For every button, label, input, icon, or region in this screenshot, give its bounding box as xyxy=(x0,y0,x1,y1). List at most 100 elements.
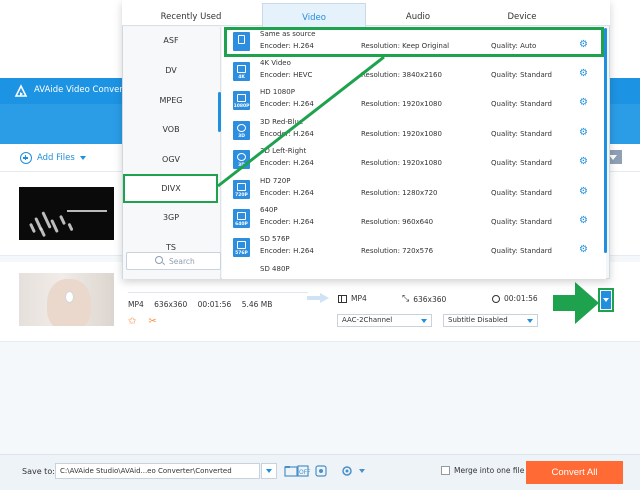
audio-track-select[interactable]: AAC-2Channel xyxy=(337,314,432,327)
source-format: MP4 xyxy=(128,300,144,309)
format-icon-label: 640P xyxy=(235,222,248,227)
category-divx[interactable]: DIVX xyxy=(123,184,219,193)
gear-icon[interactable]: ⚙ xyxy=(579,186,588,197)
4k-video-icon: 4K xyxy=(233,62,250,81)
resolution-icon: ⤡ xyxy=(402,294,410,304)
tab-device[interactable]: Device xyxy=(470,0,574,26)
selected-format-highlight xyxy=(224,27,604,57)
format-resolution: Resolution: 3840x2160 xyxy=(361,71,442,79)
video-thumbnail[interactable] xyxy=(19,187,114,240)
format-resolution: Resolution: 1920x1080 xyxy=(361,100,442,108)
format-row-640p[interactable]: 640P 640P Encoder: H.264 Resolution: 960… xyxy=(222,204,604,233)
green-pointer-arrow xyxy=(553,282,599,324)
format-icon-label: 3D xyxy=(238,163,245,168)
settings-gear-icon[interactable] xyxy=(339,463,369,479)
gear-icon[interactable]: ⚙ xyxy=(579,156,588,167)
category-list xyxy=(123,27,221,279)
3d-left-right-icon: 3D xyxy=(233,150,250,169)
tab-video[interactable]: Video xyxy=(262,3,366,27)
clock-icon xyxy=(492,294,500,303)
output-format-dropdown[interactable] xyxy=(598,288,614,312)
add-files-button[interactable]: Add Files xyxy=(20,152,86,164)
format-name: 3D Left-Right xyxy=(260,147,307,155)
enhance-icon[interactable]: ✩ xyxy=(128,316,136,327)
format-resolution: Resolution: 1920x1080 xyxy=(361,130,442,138)
format-resolution: Resolution: 720x576 xyxy=(361,247,434,255)
add-files-label: Add Files xyxy=(37,153,75,163)
format-resolution: Resolution: 1280x720 xyxy=(361,189,438,197)
format-icon-label: 1080P xyxy=(233,104,250,109)
gear-icon[interactable]: ⚙ xyxy=(579,97,588,108)
hardware-acceleration-icon[interactable]: OFF xyxy=(295,463,311,479)
source-duration: 00:01:56 xyxy=(197,300,232,309)
3d-red-blue-icon: 3D xyxy=(233,121,250,140)
gear-icon[interactable]: ⚙ xyxy=(579,68,588,79)
subtitle-select[interactable]: Subtitle Disabled xyxy=(443,314,538,327)
category-3gp[interactable]: 3GP xyxy=(123,213,219,222)
hd-720p-icon: 720P xyxy=(233,180,250,199)
category-ogv[interactable]: OGV xyxy=(123,155,219,164)
format-encoder: Encoder: H.264 xyxy=(260,247,314,255)
merge-checkbox[interactable] xyxy=(441,466,450,475)
format-name: 3D Red-Blue xyxy=(260,118,304,126)
tab-recently-used[interactable]: Recently Used xyxy=(122,0,260,26)
category-dv[interactable]: DV xyxy=(123,66,219,75)
format-encoder: Encoder: H.264 xyxy=(260,189,314,197)
tab-audio[interactable]: Audio xyxy=(366,0,470,26)
svg-text:OFF: OFF xyxy=(299,469,311,476)
format-icon-label: 3D xyxy=(238,134,245,139)
format-name: 640P xyxy=(260,206,278,214)
format-name: HD 720P xyxy=(260,177,291,185)
save-path-dropdown[interactable] xyxy=(261,463,277,479)
format-icon-label: 576P xyxy=(235,251,248,256)
sd-576p-icon: 576P xyxy=(233,238,250,257)
search-placeholder: Search xyxy=(169,257,195,266)
gear-icon[interactable]: ⚙ xyxy=(579,215,588,226)
cut-icon[interactable]: ✂ xyxy=(148,316,156,327)
format-row-hd-1080p[interactable]: 1080P HD 1080P Encoder: H.264 Resolution… xyxy=(222,86,604,115)
format-icon-label: 720P xyxy=(235,193,248,198)
gear-icon[interactable]: ⚙ xyxy=(579,244,588,255)
convert-all-button[interactable]: Convert All xyxy=(526,461,623,484)
arrow-right-icon xyxy=(307,293,329,303)
output-duration: 00:01:56 xyxy=(492,294,538,303)
hd-1080p-icon: 1080P xyxy=(233,91,250,110)
output-resolution-value: 636x360 xyxy=(413,294,447,304)
source-size: 5.46 MB xyxy=(241,300,273,309)
format-quality: Quality: Standard xyxy=(491,71,552,79)
format-row-4k[interactable]: 4K 4K Video Encoder: HEVC Resolution: 38… xyxy=(222,57,604,86)
format-row-3d-left-right[interactable]: 3D 3D Left-Right Encoder: H.264 Resoluti… xyxy=(222,145,604,174)
format-row-3d-red-blue[interactable]: 3D 3D Red-Blue Encoder: H.264 Resolution… xyxy=(222,116,604,145)
source-file-info: MP4 636x360 00:01:56 5.46 MB xyxy=(128,300,280,309)
gear-icon[interactable]: ⚙ xyxy=(579,127,588,138)
format-row-hd-720p[interactable]: 720P HD 720P Encoder: H.264 Resolution: … xyxy=(222,175,604,204)
format-name: 4K Video xyxy=(260,59,291,67)
format-row-sd-576p[interactable]: 576P SD 576P Encoder: H.264 Resolution: … xyxy=(222,233,604,262)
format-scrollbar[interactable] xyxy=(604,28,607,253)
format-name: SD 480P xyxy=(260,265,290,273)
format-encoder: Encoder: H.264 xyxy=(260,130,314,138)
category-asf[interactable]: ASF xyxy=(123,36,219,45)
divider xyxy=(128,292,308,293)
format-row-sd-480p[interactable]: SD 480P xyxy=(222,262,604,278)
source-resolution: 636x360 xyxy=(154,300,188,309)
category-vob[interactable]: VOB xyxy=(123,125,219,134)
format-resolution: Resolution: 1920x1080 xyxy=(361,159,442,167)
format-quality: Quality: Standard xyxy=(491,218,552,226)
video-thumbnail[interactable] xyxy=(19,273,114,326)
save-path-field[interactable]: C:\AVAide Studio\AVAid...eo Converter\Co… xyxy=(55,463,260,479)
merge-label: Merge into one file xyxy=(454,466,525,475)
format-encoder: Encoder: HEVC xyxy=(260,71,313,79)
format-encoder: Encoder: H.264 xyxy=(260,218,314,226)
output-resolution: ⤡ 636x360 xyxy=(402,294,446,304)
format-name: HD 1080P xyxy=(260,88,295,96)
app-logo-icon xyxy=(14,84,28,97)
row-edit-tools: ✩ ✂ xyxy=(128,316,157,327)
format-quality: Quality: Standard xyxy=(491,189,552,197)
category-scrollbar[interactable] xyxy=(218,92,221,132)
format-quality: Quality: Standard xyxy=(491,247,552,255)
category-mpeg[interactable]: MPEG xyxy=(123,96,219,105)
category-ts[interactable]: TS xyxy=(123,243,219,252)
video-file-icon xyxy=(338,294,347,303)
gpu-acceleration-icon[interactable] xyxy=(313,463,329,479)
